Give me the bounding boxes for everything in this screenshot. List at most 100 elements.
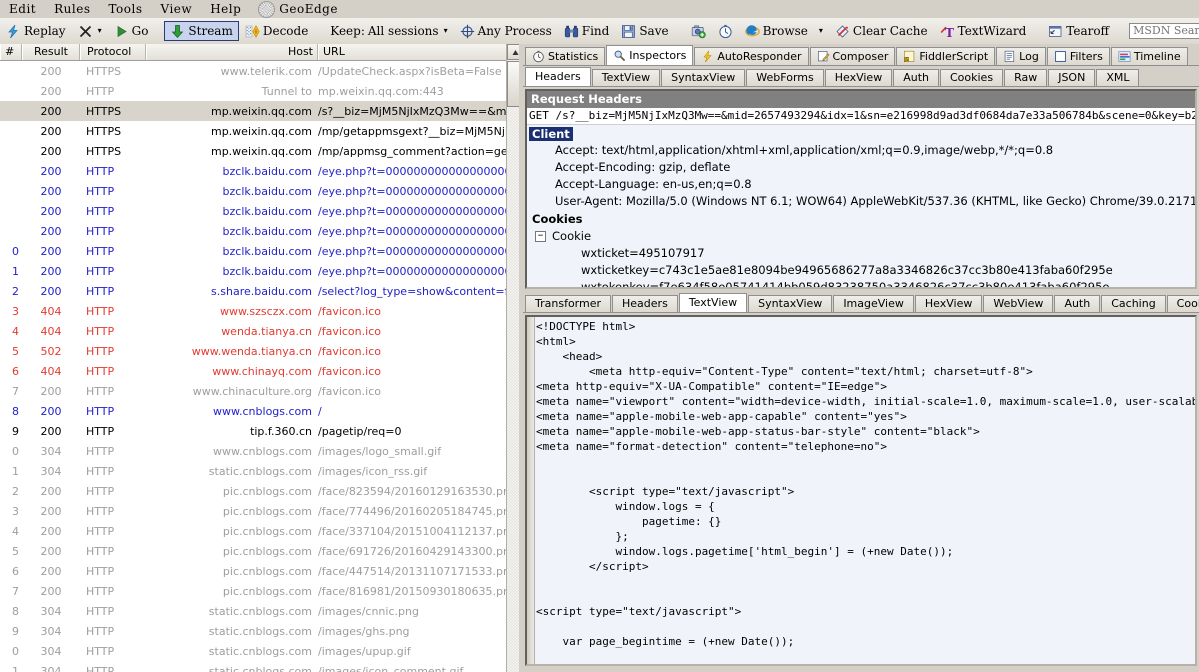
request-tab-headers[interactable]: Headers — [525, 67, 591, 86]
column-header-number[interactable]: # — [0, 44, 22, 60]
table-row[interactable]: 9 200 HTTP tip.f.360.cn/pagetip/req=0 — [0, 421, 522, 441]
request-tab-raw[interactable]: Raw — [1004, 69, 1048, 86]
table-row[interactable]: 200 HTTP bzclk.baidu.com/eye.php?t=0000000… — [0, 201, 523, 221]
cookie-tree-node[interactable]: − Cookie — [527, 228, 1195, 245]
response-tab-syntaxview[interactable]: SyntaxView — [748, 295, 833, 312]
table-row[interactable]: 3 200 HTTP pic.cnblogs.com/face/774496/2016… — [0, 501, 522, 521]
find-button[interactable]: Find — [558, 21, 616, 41]
column-header-host[interactable]: Host — [146, 44, 318, 60]
table-row[interactable]: 200 HTTPS www.telerik.com/UpdateCheck.aspx… — [0, 61, 522, 81]
clear-cache-button[interactable]: Clear Cache — [829, 21, 934, 41]
decode-button[interactable]: Decode — [239, 21, 314, 41]
table-row[interactable]: 7 200 HTTP pic.cnblogs.com/face/816981/2015… — [0, 581, 522, 601]
go-button[interactable]: Go — [108, 21, 155, 41]
stream-button[interactable]: Stream — [164, 21, 239, 41]
cookies-group-header[interactable]: Cookies — [529, 212, 1195, 227]
table-row[interactable]: 0 304 HTTP static.cnblogs.com/images/upup.g… — [0, 641, 522, 661]
msdn-search-input[interactable] — [1129, 23, 1199, 39]
column-header-url[interactable]: URL — [318, 44, 522, 60]
request-tab-xml[interactable]: XML — [1096, 69, 1140, 86]
keep-caret-icon[interactable]: ▾ — [444, 27, 448, 35]
table-row[interactable]: 2 200 HTTP pic.cnblogs.com/face/823594/2016… — [0, 481, 522, 501]
replay-button[interactable]: Replay — [0, 21, 72, 41]
request-tab-auth[interactable]: Auth — [893, 69, 939, 86]
table-row[interactable]: 1 304 HTTP static.cnblogs.com/images/icon_r… — [0, 461, 522, 481]
menu-item-edit[interactable]: Edit — [0, 1, 45, 17]
menu-item-tools[interactable]: Tools — [99, 1, 151, 17]
table-row[interactable]: 4 404 HTTP wenda.tianya.cn/favicon.ico — [0, 321, 522, 341]
column-header-protocol[interactable]: Protocol — [80, 44, 146, 60]
tab-inspectors[interactable]: Inspectors — [606, 45, 694, 65]
table-row[interactable]: 200 HTTPS mp.weixin.qq.com/s?__biz=MjM5NjI… — [0, 101, 522, 121]
request-tab-cookies[interactable]: Cookies — [939, 69, 1004, 86]
request-tab-json[interactable]: JSON — [1048, 69, 1096, 86]
response-tab-webview[interactable]: WebView — [983, 295, 1054, 312]
column-header-result[interactable]: Result — [22, 44, 80, 60]
client-group-header[interactable]: Client — [529, 127, 573, 141]
response-tab-textview[interactable]: TextView — [678, 293, 748, 312]
table-row[interactable]: 1 304 HTTP static.cnblogs.com/images/icon_c… — [0, 661, 522, 672]
request-inspector-pane[interactable]: Request Headers GET /s?__biz=MjM5NjIxMzQ… — [525, 89, 1197, 289]
table-row[interactable]: 2 200 HTTP s.share.baidu.com/select?log_typ… — [0, 281, 522, 301]
menu-item-geoedge[interactable]: GeoEdge — [279, 1, 347, 17]
table-row[interactable]: 6 200 HTTP pic.cnblogs.com/face/447514/2013… — [0, 561, 522, 581]
table-row[interactable]: 0 200 HTTP bzclk.baidu.com/eye.php?t=000000… — [0, 241, 522, 261]
table-row[interactable]: 8 304 HTTP static.cnblogs.com/images/cnnic.… — [0, 601, 522, 621]
table-row[interactable]: 9 304 HTTP static.cnblogs.com/images/ghs.pn… — [0, 621, 522, 641]
browse-caret-icon[interactable]: ▾ — [819, 27, 823, 35]
tab-filters[interactable]: Filters — [1046, 47, 1110, 65]
binoculars-icon — [564, 24, 579, 39]
response-tab-cookies[interactable]: Cookies — [1166, 295, 1199, 312]
collapse-expander-icon[interactable]: − — [535, 231, 546, 242]
request-tab-textview[interactable]: TextView — [591, 69, 661, 86]
tearoff-button[interactable]: Tearoff — [1042, 21, 1115, 41]
snapshot-button[interactable] — [685, 21, 712, 41]
response-tab-headers[interactable]: Headers — [612, 295, 678, 312]
table-row[interactable]: 200 HTTPS mp.weixin.qq.com/mp/appmsg_comme… — [0, 141, 523, 161]
table-row[interactable]: 8 200 HTTP www.cnblogs.com / — [0, 401, 522, 421]
response-tab-imageview[interactable]: ImageView — [833, 295, 914, 312]
session-list[interactable]: # Result Protocol Host URL 200 HTTPS www.t… — [0, 44, 523, 672]
cell-protocol: HTTP — [86, 324, 115, 338]
response-inspector-pane[interactable]: <!DOCTYPE html> <html> <head> <meta http… — [525, 315, 1197, 666]
table-row[interactable]: 3 404 HTTP www.szsczx.com/favicon.ico — [0, 301, 522, 321]
browse-button[interactable]: Browse ▾ — [739, 21, 829, 41]
tab-log[interactable]: Log — [996, 47, 1046, 65]
table-row[interactable]: 200 HTTP bzclk.baidu.com/eye.php?t=0000000… — [0, 161, 523, 181]
tab-composer[interactable]: Composer — [809, 47, 896, 65]
table-row[interactable]: 7 200 HTTP www.chinaculture.org/favicon.ico — [0, 381, 522, 401]
table-row[interactable]: 1 200 HTTP bzclk.baidu.com/eye.php?t=000000… — [0, 261, 522, 281]
tab-fiddlerscript[interactable]: JS FiddlerScript — [896, 47, 996, 65]
request-tab-hexview[interactable]: HexView — [824, 69, 893, 86]
menu-item-view[interactable]: View — [152, 1, 202, 17]
response-tab-caching[interactable]: Caching — [1101, 295, 1166, 312]
remove-caret-icon[interactable]: ▾ — [98, 27, 102, 35]
response-tab-hexview[interactable]: HexView — [914, 295, 983, 312]
any-process-button[interactable]: Any Process — [454, 21, 558, 41]
table-row[interactable]: 6 404 HTTP www.chinayq.com/favicon.ico — [0, 361, 522, 381]
menu-item-help[interactable]: Help — [201, 1, 250, 17]
textwizard-button[interactable]: T TextWizard — [934, 21, 1033, 41]
timer-button[interactable] — [712, 21, 739, 41]
tab-statistics[interactable]: Statistics — [525, 47, 606, 65]
save-disk-icon — [621, 24, 636, 39]
table-row[interactable]: 200 HTTPS mp.weixin.qq.com/mp/getappmsgext… — [0, 121, 523, 141]
response-tab-transformer[interactable]: Transformer — [525, 295, 612, 312]
table-row[interactable]: 200 HTTP Tunnel to mp.weixin.qq.com:443 — [0, 81, 522, 101]
cell-number: 9 — [12, 424, 19, 438]
remove-button[interactable]: ▾ — [72, 21, 108, 41]
save-button[interactable]: Save — [615, 21, 674, 41]
menu-item-rules[interactable]: Rules — [45, 1, 99, 17]
keep-dropdown[interactable]: Keep: All sessions ▾ — [324, 21, 453, 41]
tab-autoresponder[interactable]: AutoResponder — [694, 47, 809, 65]
tab-timeline[interactable]: Timeline — [1110, 47, 1188, 65]
table-row[interactable]: 200 HTTP bzclk.baidu.com/eye.php?t=0000000… — [0, 221, 523, 241]
table-row[interactable]: 5 200 HTTP pic.cnblogs.com/face/691726/2016… — [0, 541, 522, 561]
request-tab-webforms[interactable]: WebForms — [746, 69, 824, 86]
request-tab-syntaxview[interactable]: SyntaxView — [661, 69, 746, 86]
table-row[interactable]: 0 304 HTTP www.cnblogs.com/images/logo_smal… — [0, 441, 522, 461]
table-row[interactable]: 4 200 HTTP pic.cnblogs.com/face/337104/2015… — [0, 521, 522, 541]
table-row[interactable]: 5 502 HTTP www.wenda.tianya.cn/favicon.ico — [0, 341, 522, 361]
table-row[interactable]: 200 HTTP bzclk.baidu.com/eye.php?t=0000000… — [0, 181, 523, 201]
response-tab-auth[interactable]: Auth — [1054, 295, 1101, 312]
